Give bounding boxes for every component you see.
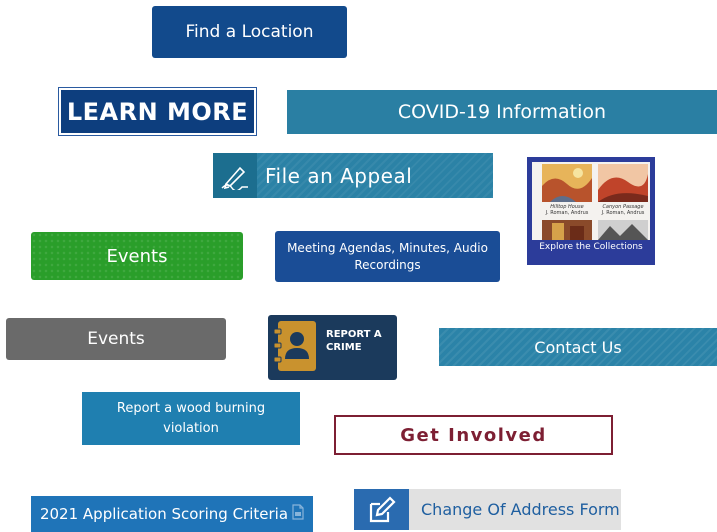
pdf-file-icon bbox=[292, 504, 304, 524]
explore-collections-label: Explore the Collections bbox=[539, 242, 643, 252]
thumb2-artist: J. Roman, Andrus bbox=[601, 210, 645, 216]
events-button-gray[interactable]: Events bbox=[6, 318, 226, 360]
artwork-thumbnail bbox=[542, 220, 592, 240]
pen-signature-icon bbox=[213, 153, 257, 198]
learn-more-label: LEARN MORE bbox=[66, 97, 249, 126]
artwork-thumbnail bbox=[598, 220, 648, 240]
change-address-button[interactable]: Change Of Address Form bbox=[354, 489, 621, 530]
file-appeal-label: File an Appeal bbox=[265, 163, 413, 188]
meeting-agendas-button[interactable]: Meeting Agendas, Minutes, Audio Recordin… bbox=[275, 231, 500, 282]
report-crime-line1: REPORT A bbox=[326, 328, 382, 340]
contact-us-button[interactable]: Contact Us bbox=[439, 328, 717, 366]
events-label: Events bbox=[87, 329, 145, 349]
report-wood-burning-button[interactable]: Report a wood burning violation bbox=[82, 392, 300, 445]
events-label: Events bbox=[106, 245, 168, 267]
edit-pencil-icon bbox=[354, 489, 409, 530]
address-book-icon bbox=[273, 319, 318, 377]
change-address-label: Change Of Address Form bbox=[421, 500, 620, 519]
scoring-criteria-button[interactable]: 2021 Application Scoring Criteria bbox=[31, 496, 313, 532]
meeting-agendas-label: Meeting Agendas, Minutes, Audio Recordin… bbox=[287, 240, 488, 272]
covid-info-label: COVID-19 Information bbox=[397, 101, 607, 123]
get-involved-button[interactable]: Get Involved bbox=[334, 415, 613, 455]
find-location-button[interactable]: Find a Location bbox=[152, 6, 347, 58]
get-involved-label: Get Involved bbox=[400, 424, 547, 446]
scoring-criteria-label: 2021 Application Scoring Criteria bbox=[39, 505, 289, 523]
artwork-thumbnail bbox=[598, 164, 648, 202]
covid-info-button[interactable]: COVID-19 Information bbox=[287, 90, 717, 134]
learn-more-button[interactable]: LEARN MORE bbox=[59, 88, 256, 135]
explore-collections-button[interactable]: Hilltop House J. Roman, Andrus Canyon Pa… bbox=[527, 157, 655, 265]
file-appeal-button[interactable]: File an Appeal bbox=[213, 153, 493, 198]
contact-us-label: Contact Us bbox=[534, 337, 622, 357]
thumb1-artist: J. Roman, Andrus bbox=[545, 210, 589, 216]
collection-thumbnails: Hilltop House J. Roman, Andrus Canyon Pa… bbox=[532, 162, 650, 240]
report-crime-button[interactable]: REPORT A CRIME bbox=[268, 315, 397, 380]
report-crime-line2: CRIME bbox=[326, 341, 362, 353]
report-wood-burning-label: Report a wood burning violation bbox=[116, 400, 266, 436]
find-location-label: Find a Location bbox=[185, 22, 314, 42]
events-button-green[interactable]: Events bbox=[31, 232, 243, 280]
artwork-thumbnail bbox=[542, 164, 592, 202]
